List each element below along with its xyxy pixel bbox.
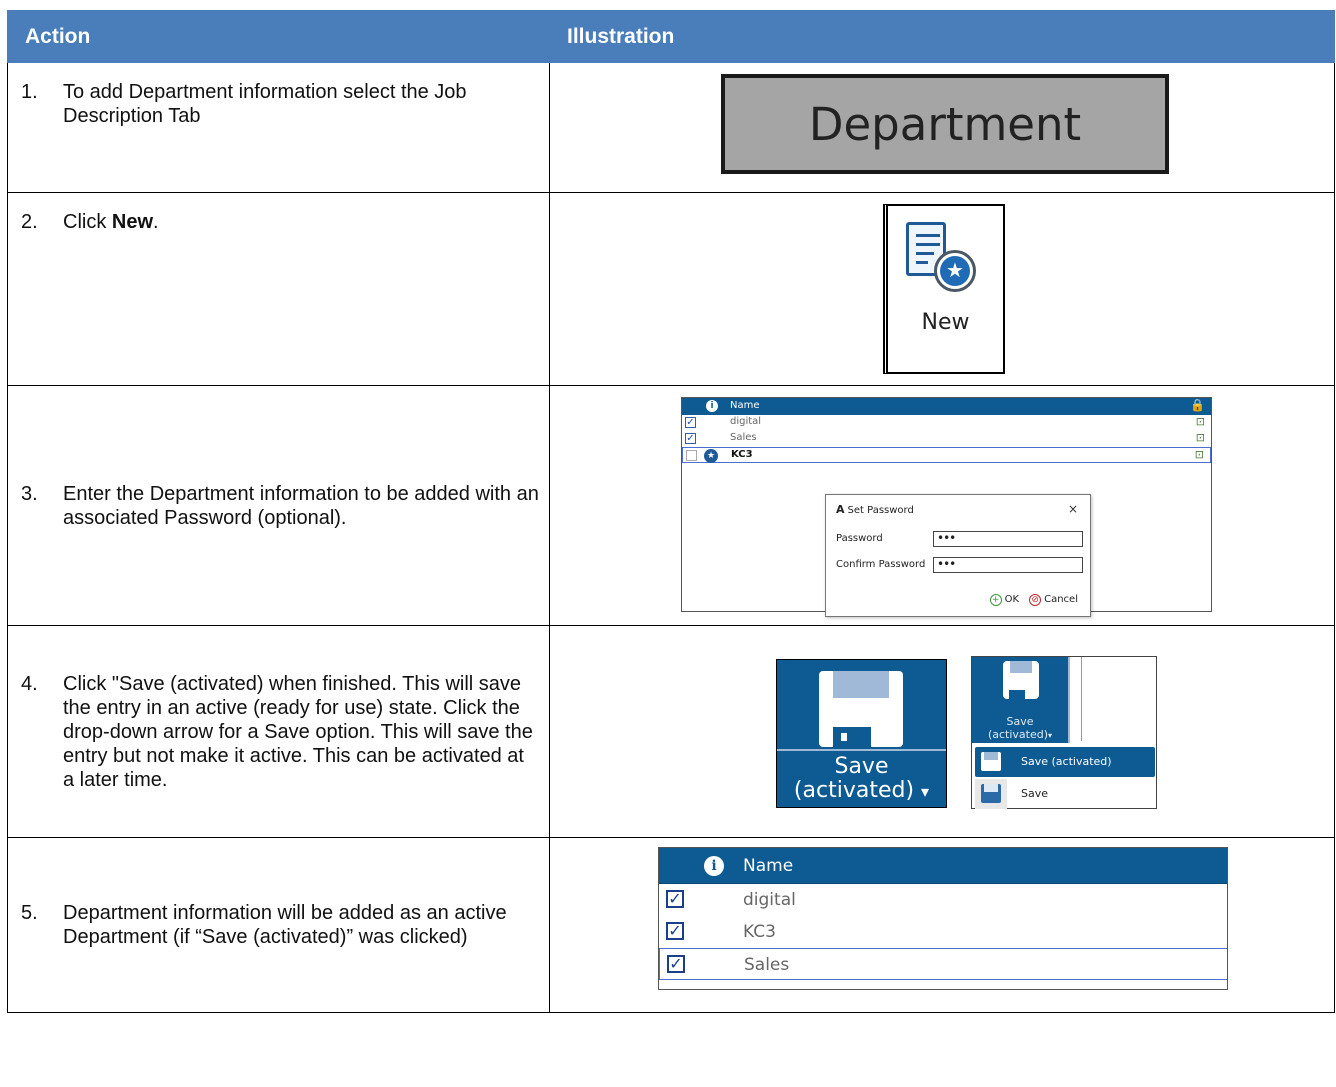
dialog-buttons: + OK ⊘ Cancel	[989, 594, 1078, 606]
info-icon: i	[706, 400, 718, 412]
step-number: 4.	[21, 672, 38, 695]
floppy-disk-icon	[981, 784, 1001, 803]
ok-button[interactable]: + OK	[989, 594, 1019, 606]
step-row-2: 2. Click New. ★ New	[7, 192, 1335, 386]
chevron-down-icon[interactable]: ▾	[921, 782, 929, 801]
floppy-disk-icon	[1003, 661, 1039, 699]
row-checkbox[interactable]: ✓	[685, 417, 696, 428]
step-4-illustration: Save (activated) ▾ Save (activated)▾ Sav…	[549, 625, 1335, 838]
step-2-illustration: ★ New	[549, 192, 1335, 386]
lock-icon: 🔒	[1190, 398, 1205, 412]
save-dropdown-illustration: Save (activated)▾ Save (activated) Save	[971, 656, 1157, 809]
step-text: To add Department information select the…	[63, 81, 467, 127]
grid-row[interactable]: ✓ Sales ⊡	[682, 431, 1211, 447]
department-grid-result: i Name ✓ digital ✓ KC3 ✓ Sales	[658, 847, 1228, 990]
grid-header: i Name	[659, 848, 1227, 884]
step-text: Click "Save (activated) when finished. T…	[63, 672, 533, 791]
confirm-password-field[interactable]: •••	[933, 557, 1083, 573]
step-1-illustration: Department	[549, 62, 1335, 193]
save-activated-button-small[interactable]: Save (activated)▾	[972, 657, 1070, 743]
chevron-down-icon: ▾	[1048, 731, 1053, 740]
step-number: 2.	[21, 211, 38, 233]
name-column-header[interactable]: Name	[730, 400, 760, 411]
grid-header: i Name 🔒	[682, 398, 1211, 415]
row-name: digital	[730, 416, 762, 427]
grid-row[interactable]: ✓ KC3	[659, 916, 1227, 948]
row-checkbox[interactable]: ✓	[685, 433, 696, 444]
menu-item-save[interactable]: Save	[975, 779, 1155, 809]
step-2-action: 2. Click New.	[7, 192, 550, 386]
step-row-1: 1. To add Department information select …	[7, 62, 1335, 193]
step-1-action: 1. To add Department information select …	[7, 62, 550, 193]
save-button-sublabel: (activated) ▾	[793, 778, 930, 803]
cancel-button[interactable]: ⊘ Cancel	[1029, 594, 1078, 606]
grid-row[interactable]: ✓ digital	[659, 884, 1227, 916]
step-5-illustration: i Name ✓ digital ✓ KC3 ✓ Sales	[549, 837, 1335, 1013]
step-row-5: 5. Department information will be added …	[7, 837, 1335, 1013]
step-text: Enter the Department information to be a…	[63, 482, 539, 529]
grid-row-new[interactable]: ★ KC3 ⊡	[682, 447, 1211, 463]
password-lock-icon[interactable]: ⊡	[1196, 415, 1205, 428]
instruction-table: Action Illustration 1. To add Department…	[7, 10, 1335, 1013]
action-column-header: Action	[7, 10, 550, 63]
table-header-row: Action Illustration	[7, 10, 1335, 63]
password-field[interactable]: •••	[933, 531, 1083, 547]
row-name: Sales	[744, 955, 790, 975]
save-activated-button[interactable]: Save (activated) ▾	[776, 659, 947, 808]
step-number: 1.	[21, 81, 38, 103]
row-checkbox[interactable]: ✓	[666, 890, 684, 908]
new-bold-label: New	[111, 211, 154, 233]
step-4-action: 4. Click "Save (activated) when finished…	[7, 625, 550, 838]
floppy-disk-icon	[819, 671, 903, 747]
grid-row[interactable]: ✓ digital ⊡	[682, 415, 1211, 431]
department-grid: i Name 🔒 ✓ digital ⊡ ✓ Sales ⊡ ★ KC3 ⊡ A…	[681, 397, 1212, 617]
menu-item-save-activated[interactable]: Save (activated)	[975, 747, 1155, 777]
row-name: KC3	[743, 922, 776, 942]
row-name[interactable]: KC3	[731, 449, 753, 460]
info-icon: i	[704, 856, 724, 876]
app-logo-icon: A	[836, 503, 845, 516]
new-button[interactable]: ★ New	[883, 204, 1005, 374]
password-lock-icon[interactable]: ⊡	[1195, 448, 1204, 461]
ok-plus-icon: +	[989, 594, 1002, 606]
close-icon[interactable]: ×	[1068, 502, 1078, 516]
department-tab[interactable]: Department	[721, 74, 1169, 174]
step-row-4: 4. Click "Save (activated) when finished…	[7, 625, 1335, 838]
new-star-icon: ★	[704, 449, 718, 463]
confirm-password-label: Confirm Password	[836, 559, 926, 570]
step-row-3: 3. Enter the Department information to b…	[7, 385, 1335, 626]
step-text: Department information will be added as …	[63, 902, 507, 948]
step-3-illustration: i Name 🔒 ✓ digital ⊡ ✓ Sales ⊡ ★ KC3 ⊡ A…	[549, 385, 1335, 626]
floppy-disk-icon	[981, 752, 1001, 771]
step-5-action: 5. Department information will be added …	[7, 837, 550, 1013]
name-column-header[interactable]: Name	[743, 856, 793, 876]
password-lock-icon[interactable]: ⊡	[1196, 431, 1205, 444]
new-button-label: New	[921, 310, 970, 335]
cancel-icon: ⊘	[1029, 594, 1042, 606]
row-checkbox[interactable]: ✓	[667, 955, 685, 973]
step-number: 3.	[21, 482, 38, 505]
set-password-dialog: A Set Password × Password ••• Confirm Pas…	[825, 494, 1091, 617]
row-checkbox[interactable]: ✓	[666, 922, 684, 940]
row-name: Sales	[730, 432, 757, 443]
save-button-label: Save	[834, 754, 889, 779]
row-checkbox[interactable]	[686, 450, 697, 461]
star-badge-icon: ★	[934, 250, 976, 292]
dialog-title: A Set Password	[836, 503, 914, 516]
row-name: digital	[743, 890, 796, 910]
step-number: 5.	[21, 902, 38, 924]
grid-row-selected[interactable]: ✓ Sales	[659, 948, 1227, 980]
step-3-action: 3. Enter the Department information to b…	[7, 385, 550, 626]
password-label: Password	[836, 533, 883, 544]
step-text: Click New.	[63, 211, 159, 233]
illustration-column-header: Illustration	[549, 10, 1335, 63]
